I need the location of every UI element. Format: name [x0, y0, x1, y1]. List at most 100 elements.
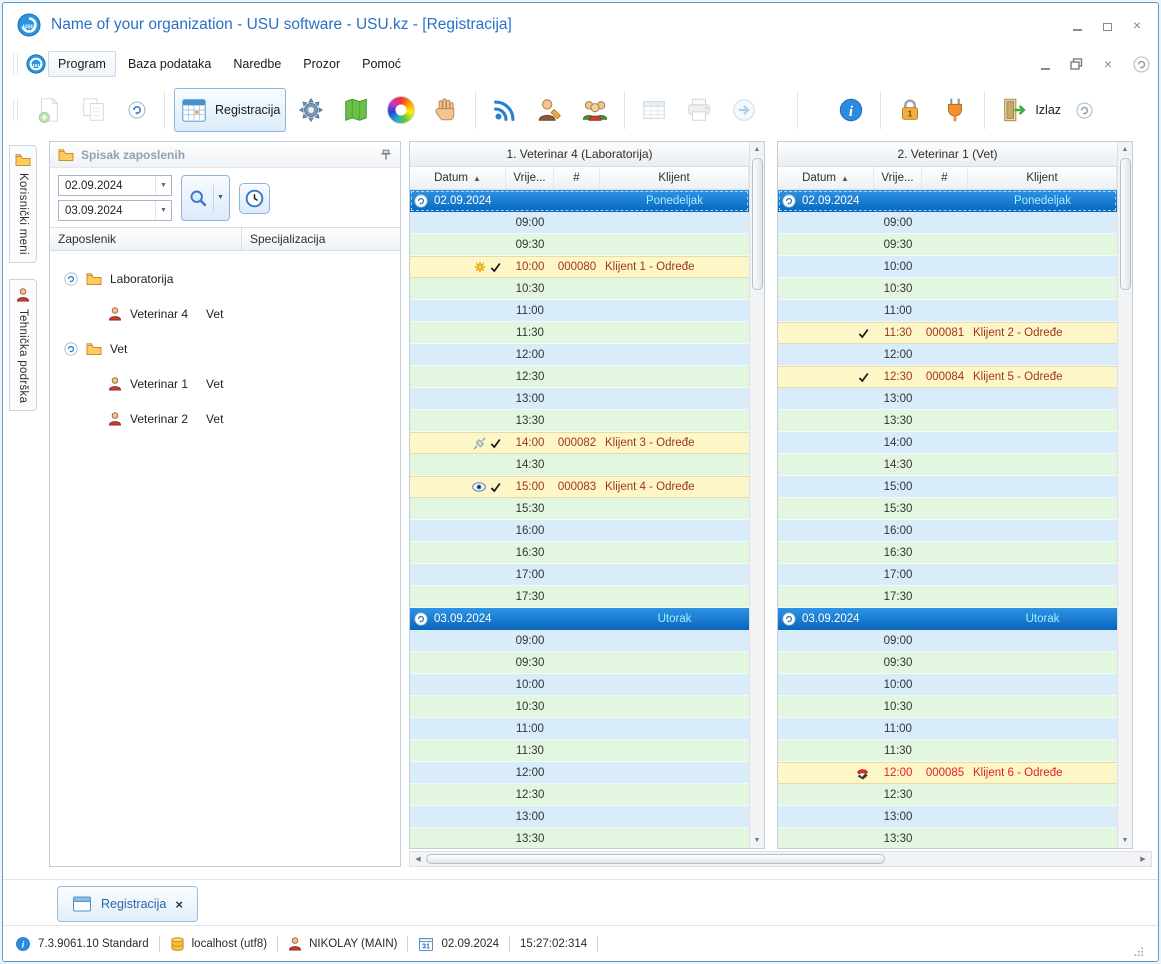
- time-slot-row[interactable]: 09:30: [410, 652, 749, 674]
- time-slot-row[interactable]: 17:30: [778, 586, 1117, 608]
- usu-menu-icon[interactable]: usu: [26, 54, 46, 74]
- drag-mode-button[interactable]: [426, 88, 466, 132]
- horizontal-scrollbar[interactable]: ◀ ▶: [409, 851, 1152, 867]
- day-header-row[interactable]: 03.09.2024 Utorak: [778, 608, 1117, 630]
- time-slot-row[interactable]: 13:00: [778, 388, 1117, 410]
- menu-program[interactable]: Program: [48, 51, 116, 77]
- time-slot-row[interactable]: 11:30: [410, 740, 749, 762]
- menu-baza-podataka[interactable]: Baza podataka: [118, 51, 221, 77]
- time-slot-row[interactable]: 09:30: [410, 234, 749, 256]
- column-datum[interactable]: Datum ▲: [778, 167, 874, 189]
- time-slot-row[interactable]: 11:30: [778, 740, 1117, 762]
- copy-record-button[interactable]: [74, 88, 114, 132]
- toolbar-grip[interactable]: [13, 99, 18, 121]
- scroll-left-arrow[interactable]: ◀: [410, 855, 426, 863]
- collapse-day-icon[interactable]: [414, 194, 428, 208]
- vertical-scrollbar[interactable]: ▲ ▼: [1117, 142, 1132, 848]
- scrollbar-thumb[interactable]: [1119, 158, 1131, 290]
- column-vrijeme[interactable]: Vrije...: [874, 167, 922, 189]
- time-slot-row[interactable]: 09:30: [778, 234, 1117, 256]
- time-slot-row[interactable]: 14:30: [778, 454, 1117, 476]
- time-slot-row[interactable]: 11:00: [778, 300, 1117, 322]
- pin-icon[interactable]: [380, 149, 392, 161]
- time-slot-row[interactable]: 14:30: [410, 454, 749, 476]
- scrollbar-thumb[interactable]: [751, 158, 763, 290]
- tab-close-icon[interactable]: ×: [175, 897, 183, 912]
- menubar-grip[interactable]: [13, 53, 18, 75]
- schedule-column-header[interactable]: Datum ▲ Vrije... # Klijent: [410, 167, 749, 190]
- maximize-button[interactable]: [1100, 19, 1114, 31]
- minimize-button[interactable]: [1070, 19, 1084, 31]
- mdi-close-button[interactable]: ×: [1101, 57, 1115, 71]
- time-slot-row[interactable]: 16:30: [410, 542, 749, 564]
- time-slot-row[interactable]: 13:30: [778, 410, 1117, 432]
- vertical-scrollbar[interactable]: ▲ ▼: [749, 142, 764, 848]
- tree-employee-veterinar-1[interactable]: Veterinar 1 Vet: [50, 366, 400, 401]
- tree-employee-veterinar-4[interactable]: Veterinar 4 Vet: [50, 296, 400, 331]
- time-slot-row[interactable]: 13:30: [410, 828, 749, 848]
- appointment-row[interactable]: 12:30 000084 Klijent 5 - Određe: [778, 366, 1117, 388]
- time-slot-row[interactable]: 09:00: [410, 630, 749, 652]
- time-slot-row[interactable]: 12:30: [410, 784, 749, 806]
- exit-button[interactable]: Izlaz: [994, 88, 1067, 132]
- time-slot-row[interactable]: 12:00: [778, 344, 1117, 366]
- side-tab-tehni-ka-podr-ka[interactable]: Tehnička podrška: [9, 278, 37, 412]
- toolbar-options-icon[interactable]: [1076, 102, 1093, 119]
- date-from-picker[interactable]: 02.09.2024 ▼: [58, 175, 172, 196]
- time-slot-row[interactable]: 14:00: [778, 432, 1117, 454]
- time-slot-row[interactable]: 17:00: [410, 564, 749, 586]
- collapse-day-icon[interactable]: [782, 612, 796, 626]
- time-slot-row[interactable]: 10:30: [778, 696, 1117, 718]
- expand-icon[interactable]: [64, 341, 78, 356]
- time-slot-row[interactable]: 09:00: [778, 630, 1117, 652]
- resize-grip[interactable]: [1133, 946, 1146, 961]
- tree-group-laboratorija[interactable]: Laboratorija: [50, 261, 400, 296]
- time-slot-row[interactable]: 13:00: [410, 388, 749, 410]
- column-klijent[interactable]: Klijent: [968, 167, 1117, 189]
- tree-group-vet[interactable]: Vet: [50, 331, 400, 366]
- status-info-icon[interactable]: i: [15, 936, 31, 952]
- menu-prozor[interactable]: Prozor: [293, 51, 350, 77]
- day-header-row[interactable]: 02.09.2024 Ponedeljak: [410, 190, 749, 212]
- history-menu-button[interactable]: [119, 88, 155, 132]
- time-slot-row[interactable]: 15:00: [778, 476, 1117, 498]
- time-slot-row[interactable]: 17:00: [778, 564, 1117, 586]
- time-slot-row[interactable]: 11:00: [410, 718, 749, 740]
- connection-button[interactable]: [935, 88, 975, 132]
- appointment-row[interactable]: 11:30 000081 Klijent 2 - Određe: [778, 322, 1117, 344]
- time-slot-row[interactable]: 10:00: [410, 674, 749, 696]
- time-slot-row[interactable]: 11:00: [410, 300, 749, 322]
- time-slot-row[interactable]: 13:30: [778, 828, 1117, 848]
- time-slot-row[interactable]: 10:00: [778, 674, 1117, 696]
- time-slot-row[interactable]: 10:30: [410, 696, 749, 718]
- day-header-row[interactable]: 02.09.2024 Ponedeljak: [778, 190, 1117, 212]
- time-slot-row[interactable]: 12:30: [778, 784, 1117, 806]
- time-slot-row[interactable]: 16:30: [778, 542, 1117, 564]
- day-header-row[interactable]: 03.09.2024 Utorak: [410, 608, 749, 630]
- time-slot-row[interactable]: 15:30: [410, 498, 749, 520]
- time-slot-row[interactable]: 13:00: [410, 806, 749, 828]
- column-number[interactable]: #: [922, 167, 968, 189]
- column-employee[interactable]: Zaposlenik: [50, 228, 242, 250]
- time-slot-row[interactable]: 12:00: [410, 344, 749, 366]
- mdi-minimize-button[interactable]: [1038, 58, 1052, 70]
- edit-user-button[interactable]: [530, 88, 570, 132]
- tree-employee-veterinar-2[interactable]: Veterinar 2 Vet: [50, 401, 400, 436]
- timer-button[interactable]: [239, 182, 270, 214]
- appointment-row[interactable]: 15:00 000083 Klijent 4 - Određe: [410, 476, 749, 498]
- scroll-up-arrow[interactable]: ▲: [1118, 142, 1132, 157]
- scroll-right-arrow[interactable]: ▶: [1135, 855, 1151, 863]
- menu-pomo[interactable]: Pomoć: [352, 51, 411, 77]
- time-slot-row[interactable]: 12:00: [410, 762, 749, 784]
- scroll-up-arrow[interactable]: ▲: [750, 142, 764, 157]
- structure-button[interactable]: [336, 88, 376, 132]
- column-specialization[interactable]: Specijalizacija: [242, 228, 400, 250]
- time-slot-row[interactable]: 09:00: [410, 212, 749, 234]
- time-slot-row[interactable]: 15:30: [778, 498, 1117, 520]
- column-number[interactable]: #: [554, 167, 600, 189]
- time-slot-row[interactable]: 13:00: [778, 806, 1117, 828]
- mdi-restore-button[interactable]: [1070, 58, 1083, 70]
- time-slot-row[interactable]: 13:30: [410, 410, 749, 432]
- add-record-button[interactable]: [29, 88, 69, 132]
- scroll-down-arrow[interactable]: ▼: [750, 833, 764, 848]
